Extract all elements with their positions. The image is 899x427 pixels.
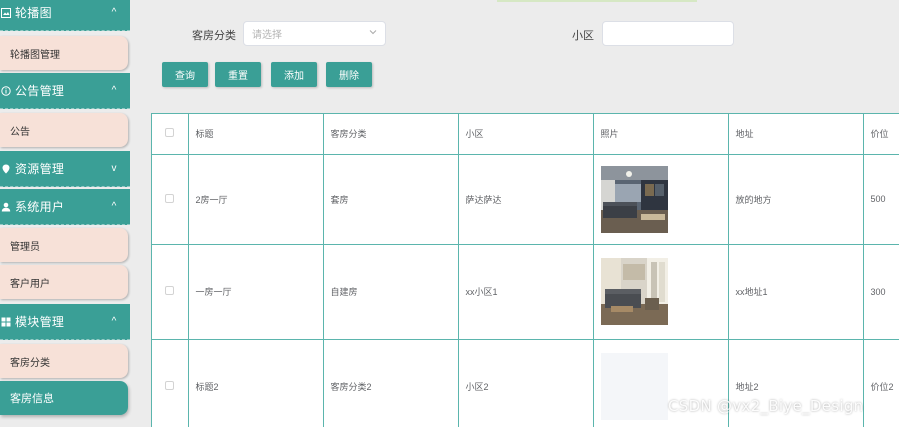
- sidebar-item-notice[interactable]: 公告: [0, 113, 128, 147]
- table-row[interactable]: 一房一厅 自建房 xx小区1 xx地址1 300: [152, 244, 899, 340]
- top-accent-bar: [497, 0, 697, 2]
- category-select[interactable]: 请选择: [243, 21, 386, 46]
- menu-group-notice[interactable]: 公告管理 ^: [0, 73, 130, 109]
- cell-category: 自建房: [323, 244, 459, 340]
- sidebar-item-customer[interactable]: 客户用户: [0, 265, 128, 299]
- menu-group-label: 系统用户: [15, 200, 65, 214]
- living-room-photo-bright[interactable]: [600, 258, 668, 325]
- app-root: 轮播图 ^ 轮播图管理 公告管理 ^ 公告 资源管理 v 系统用户 ^ 管理员 …: [0, 0, 899, 427]
- sidebar-item-carousel-manage[interactable]: 轮播图管理: [0, 36, 128, 70]
- row-checkbox[interactable]: [165, 193, 175, 203]
- column-header-price: 价位: [863, 114, 899, 155]
- menu-group-carousel[interactable]: 轮播图 ^: [0, 0, 130, 31]
- menu-group-modules[interactable]: 模块管理 ^: [0, 304, 130, 340]
- grid-icon: [0, 316, 12, 328]
- query-button[interactable]: 查询: [162, 62, 208, 87]
- reset-button[interactable]: 重置: [215, 62, 261, 87]
- data-table: 标题 客房分类 小区 照片 地址 价位 2房一厅 套房 萨达萨达 放的地方 50…: [152, 114, 899, 427]
- image-icon: [0, 7, 12, 19]
- cell-photo: [593, 154, 729, 245]
- select-all-checkbox[interactable]: [165, 128, 175, 138]
- cell-address: 放的地方: [728, 154, 864, 245]
- chevron-up-icon: ^: [111, 316, 117, 327]
- cell-category: 客房分类2: [323, 339, 459, 427]
- row-select-cell[interactable]: [152, 154, 189, 245]
- category-filter-label: 客房分类: [192, 30, 236, 42]
- row-checkbox[interactable]: [165, 381, 175, 390]
- photo-placeholder[interactable]: [600, 353, 668, 420]
- cell-title: 标题2: [188, 339, 324, 427]
- sidebar: 轮播图 ^ 轮播图管理 公告管理 ^ 公告 资源管理 v 系统用户 ^ 管理员 …: [0, 0, 131, 427]
- cell-community: 小区2: [458, 339, 594, 427]
- data-table-container: 标题 客房分类 小区 照片 地址 价位 2房一厅 套房 萨达萨达 放的地方 50…: [151, 113, 899, 427]
- menu-group-label: 资源管理: [15, 162, 65, 176]
- sidebar-item-admin[interactable]: 管理员: [0, 228, 128, 262]
- menu-group-label: 公告管理: [15, 84, 65, 98]
- cell-title: 一房一厅: [188, 244, 324, 340]
- sidebar-item-label: 轮播图管理: [10, 49, 60, 61]
- info-circle-icon: [0, 85, 12, 97]
- user-icon: [0, 201, 12, 213]
- sidebar-item-label: 客房分类: [10, 357, 50, 369]
- column-header-address: 地址: [728, 114, 864, 155]
- chevron-up-icon: ^: [111, 201, 117, 212]
- chevron-up-icon: ^: [111, 7, 117, 18]
- living-room-photo-dark[interactable]: [600, 165, 668, 233]
- column-header-category: 客房分类: [323, 114, 459, 155]
- menu-group-resource[interactable]: 资源管理 v: [0, 151, 130, 187]
- sidebar-item-label: 客户用户: [10, 278, 50, 290]
- cell-price: 价位2: [863, 339, 899, 427]
- cell-community: 萨达萨达: [458, 154, 594, 245]
- menu-group-label: 模块管理: [15, 315, 65, 329]
- column-header-photo: 照片: [593, 114, 729, 155]
- cell-address: xx地址1: [728, 244, 864, 340]
- menu-group-system-users[interactable]: 系统用户 ^: [0, 189, 130, 225]
- cell-price: 500: [863, 154, 899, 245]
- column-header-title: 标题: [188, 114, 324, 155]
- main-content: 客房分类 请选择 小区 查询 重置 添加 删除 标题 客房分类 小区 照片 地址…: [131, 0, 899, 427]
- cell-photo: [593, 244, 729, 340]
- cell-title: 2房一厅: [188, 154, 324, 245]
- select-all-cell[interactable]: [152, 114, 189, 155]
- community-filter-label: 小区: [572, 30, 594, 42]
- chevron-down-icon: [369, 28, 377, 38]
- watermark: CSDN @vx2_Biye_Design: [668, 397, 864, 415]
- table-row[interactable]: 2房一厅 套房 萨达萨达 放的地方 500: [152, 154, 899, 245]
- cell-category: 套房: [323, 154, 459, 245]
- row-checkbox[interactable]: [165, 286, 175, 295]
- chevron-down-icon: v: [111, 163, 117, 174]
- chevron-up-icon: ^: [111, 85, 117, 96]
- sidebar-item-label: 管理员: [10, 241, 40, 253]
- row-select-cell[interactable]: [152, 339, 189, 427]
- menu-group-label: 轮播图: [15, 6, 52, 20]
- community-input[interactable]: [602, 21, 734, 46]
- delete-button[interactable]: 删除: [326, 62, 372, 87]
- sidebar-item-room-category[interactable]: 客房分类: [0, 344, 128, 378]
- table-header-row: 标题 客房分类 小区 照片 地址 价位: [152, 114, 899, 155]
- location-pin-icon: [0, 163, 12, 175]
- add-button[interactable]: 添加: [271, 62, 317, 87]
- sidebar-item-label: 公告: [10, 126, 30, 138]
- cell-price: 300: [863, 244, 899, 340]
- category-select-placeholder: 请选择: [252, 30, 282, 41]
- sidebar-item-room-info[interactable]: 客房信息: [0, 381, 128, 415]
- cell-community: xx小区1: [458, 244, 594, 340]
- sidebar-item-label: 客房信息: [10, 393, 54, 405]
- row-select-cell[interactable]: [152, 244, 189, 340]
- column-header-community: 小区: [458, 114, 594, 155]
